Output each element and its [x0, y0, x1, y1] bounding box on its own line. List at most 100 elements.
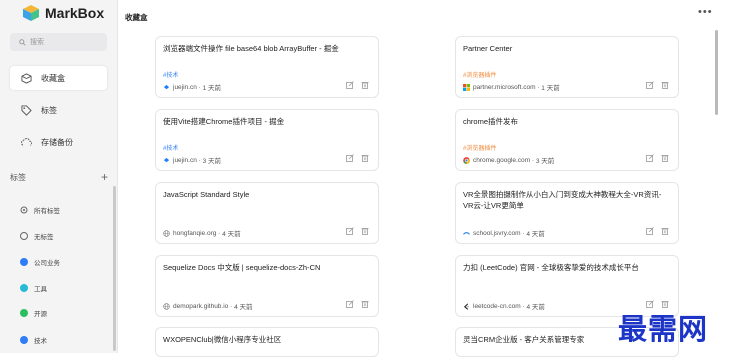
tag-color-dot [20, 336, 28, 344]
tag-label: 公司业务 [34, 260, 60, 267]
chrome-icon [463, 156, 470, 164]
trash-icon[interactable] [361, 227, 369, 235]
trash-icon[interactable] [361, 154, 369, 162]
sidebar: MarkBox 搜索 收藏盒 标签 存储备份 标签 + 所有标签 无标签 公司业… [0, 0, 118, 353]
trash-icon[interactable] [361, 81, 369, 89]
edit-icon[interactable] [346, 154, 354, 162]
edit-icon[interactable] [646, 81, 654, 89]
app-name: MarkBox [45, 5, 105, 21]
juejin-icon [163, 157, 170, 162]
tag-item-tech[interactable]: 技术 [20, 334, 47, 346]
card-title[interactable]: Partner Center [463, 43, 670, 54]
juejin-icon [163, 84, 170, 89]
card-meta: demopark.github.io · 4 天前 [163, 301, 253, 311]
card-meta: leetcode-cn.com · 4 天前 [463, 301, 545, 311]
card-title[interactable]: JavaScript Standard Style [163, 189, 370, 200]
card-time: 3 天前 [535, 158, 555, 165]
card-time: 1 天前 [202, 85, 222, 92]
card-site: juejin.cn [173, 83, 197, 91]
card-time: 3 天前 [202, 158, 222, 165]
app-logo[interactable]: MarkBox [22, 3, 104, 23]
trash-icon[interactable] [661, 81, 669, 89]
add-tag-button[interactable]: + [101, 170, 108, 184]
bookmark-card[interactable]: 浏览器端文件操作 file base64 blob ArrayBuffer - … [155, 36, 379, 98]
card-title[interactable]: VR全景图拍摄制作从小白入门到变成大神教程大全-VR资讯-VR云-让VR更简单 [463, 189, 670, 211]
card-site: hongfanqie.org [173, 229, 217, 237]
card-title[interactable]: Sequelize Docs 中文版 | sequelize-docs-Zh-C… [163, 262, 370, 273]
globe-icon [163, 229, 170, 237]
card-meta: school.jsvry.com · 4 天前 [463, 228, 545, 238]
trash-icon[interactable] [361, 300, 369, 308]
trash-icon[interactable] [661, 154, 669, 162]
card-tag[interactable]: #技术 [163, 70, 178, 79]
nav-item-favorites[interactable]: 收藏盒 [10, 66, 107, 90]
bookmark-card[interactable]: JavaScript Standard Style hongfanqie.org… [155, 182, 379, 244]
trash-icon[interactable] [661, 227, 669, 235]
edit-icon[interactable] [346, 81, 354, 89]
tag-label: 技术 [34, 338, 47, 345]
ellipsis-icon[interactable]: ••• [698, 6, 713, 18]
bookmark-card[interactable]: chrome插件发布 #浏览器插件 chrome.google.com · 3 … [455, 109, 679, 171]
tag-color-dot [20, 284, 28, 292]
tag-item-company[interactable]: 公司业务 [20, 256, 60, 268]
card-title[interactable]: 使用Vite搭建Chrome插件项目 - 掘金 [163, 116, 370, 127]
tag-item-opensource[interactable]: 开源 [20, 307, 47, 319]
leetcode-icon [463, 302, 470, 310]
main-scrollbar[interactable] [715, 30, 718, 115]
card-time: 1 天前 [541, 85, 560, 92]
tag-item-none[interactable]: 无标签 [20, 230, 54, 242]
card-time: 4 天前 [222, 231, 241, 238]
edit-icon[interactable] [346, 227, 354, 235]
card-site: juejin.cn [173, 156, 197, 164]
card-actions [646, 227, 669, 235]
card-site: leetcode-cn.com [473, 302, 521, 310]
tags-header-label: 标签 [10, 172, 26, 182]
edit-icon[interactable] [646, 154, 654, 162]
card-site: partner.microsoft.com [473, 83, 536, 91]
bookmark-card[interactable]: Partner Center #浏览器插件 partner.microsoft.… [455, 36, 679, 98]
sidebar-scrollbar[interactable] [113, 186, 116, 351]
jsvry-icon [463, 231, 470, 235]
card-time: 4 天前 [234, 304, 253, 311]
no-tag-icon [20, 232, 28, 240]
bookmark-card[interactable]: Sequelize Docs 中文版 | sequelize-docs-Zh-C… [155, 255, 379, 317]
card-title[interactable]: WXOPENClub|微信小程序专业社区 [163, 334, 370, 345]
search-icon [19, 38, 26, 46]
card-meta: juejin.cn · 1 天前 [163, 82, 221, 92]
bookmark-card[interactable]: 使用Vite搭建Chrome插件项目 - 掘金 #技术 juejin.cn · … [155, 109, 379, 171]
nav-item-tags[interactable]: 标签 [10, 98, 107, 122]
card-title[interactable]: chrome插件发布 [463, 116, 670, 127]
globe-icon [163, 302, 170, 310]
nav-item-backup[interactable]: 存储备份 [10, 130, 107, 154]
card-title[interactable]: 浏览器端文件操作 file base64 blob ArrayBuffer - … [163, 43, 370, 54]
nav-label: 收藏盒 [41, 73, 65, 83]
card-time: 4 天前 [526, 304, 545, 311]
tag-color-dot [20, 309, 28, 317]
tag-item-tools[interactable]: 工具 [20, 282, 47, 294]
edit-icon[interactable] [346, 300, 354, 308]
bookmark-card[interactable]: VR全景图拍摄制作从小白入门到变成大神教程大全-VR资讯-VR云-让VR更简单 … [455, 182, 679, 244]
edit-icon[interactable] [646, 227, 654, 235]
microsoft-icon [463, 83, 470, 91]
card-meta: partner.microsoft.com · 1 天前 [463, 82, 560, 92]
nav-label: 标签 [41, 105, 57, 115]
card-site: school.jsvry.com [473, 229, 521, 237]
card-meta: hongfanqie.org · 4 天前 [163, 228, 241, 238]
card-actions [346, 300, 369, 308]
card-tag[interactable]: #浏览器插件 [463, 143, 496, 152]
tag-item-all[interactable]: 所有标签 [20, 204, 60, 216]
search-input[interactable]: 搜索 [10, 33, 107, 51]
cube-icon [21, 72, 32, 84]
card-actions [346, 227, 369, 235]
card-title[interactable]: 力扣 (LeetCode) 官网 - 全球极客挚爱的技术成长平台 [463, 262, 670, 273]
tag-color-dot [20, 258, 28, 266]
card-time: 4 天前 [526, 231, 545, 238]
card-actions [346, 154, 369, 162]
card-tag[interactable]: #浏览器插件 [463, 70, 496, 79]
tag-label: 开源 [34, 311, 47, 318]
watermark: 最需网 [618, 312, 709, 346]
card-tag[interactable]: #技术 [163, 143, 178, 152]
nav-label: 存储备份 [41, 137, 73, 147]
card-meta: juejin.cn · 3 天前 [163, 155, 221, 165]
tag-label: 无标签 [34, 234, 54, 241]
